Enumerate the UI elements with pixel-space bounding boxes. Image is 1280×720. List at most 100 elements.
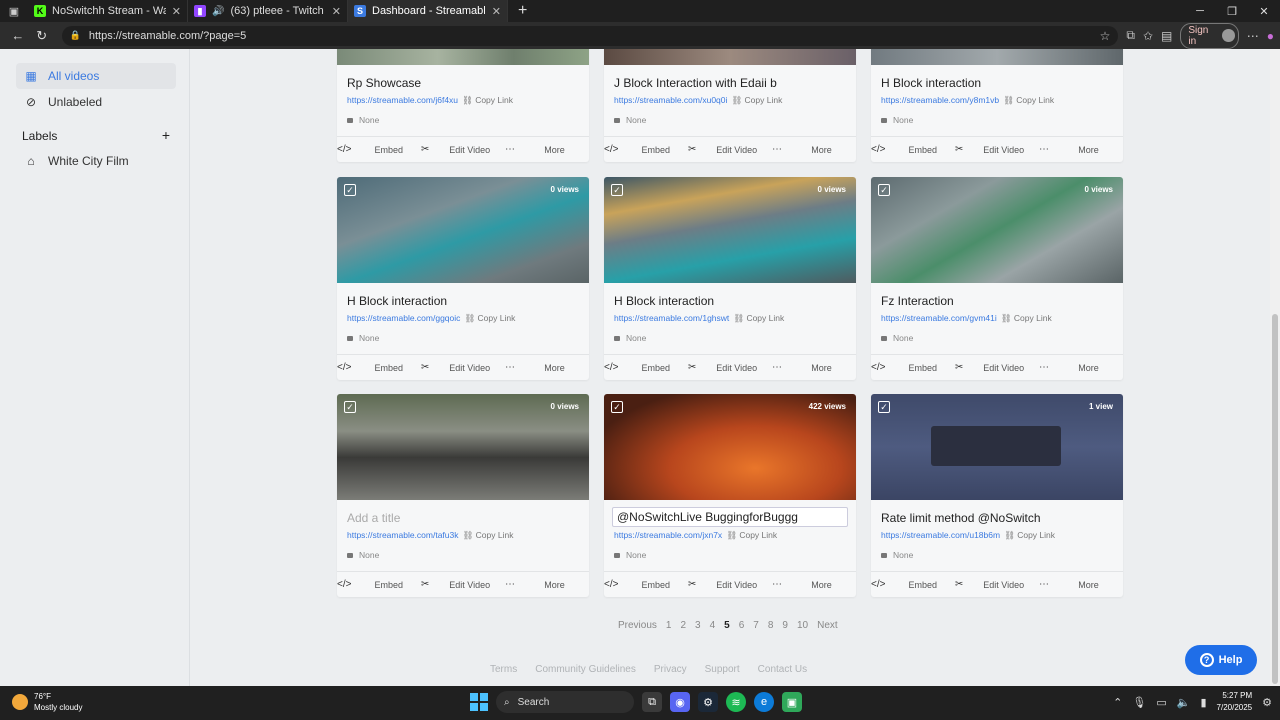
select-checkbox[interactable]: ✓ [878, 184, 890, 196]
volume-icon[interactable]: 🔈 [1177, 696, 1191, 709]
close-icon[interactable]: ✕ [492, 5, 501, 18]
page-4-link[interactable]: 4 [710, 620, 716, 631]
footer-contact[interactable]: Contact Us [758, 664, 807, 675]
video-url[interactable]: https://streamable.com/y8m1vb [881, 95, 999, 106]
video-label[interactable]: None [881, 550, 913, 560]
close-icon[interactable]: ✕ [172, 5, 181, 18]
weather-widget[interactable]: 76°F Mostly cloudy [12, 691, 82, 713]
video-title[interactable]: J Block Interaction with Edaii b [614, 76, 777, 90]
copy-link-button[interactable]: ⛓ Copy Link [1003, 95, 1054, 106]
video-url[interactable]: https://streamable.com/j6f4xu [347, 95, 458, 106]
edit-video-button[interactable]: ✂ Edit Video [688, 355, 772, 380]
next-page-button[interactable]: Next [817, 620, 838, 631]
scrollbar-thumb[interactable] [1272, 314, 1278, 684]
embed-button[interactable]: </> Embed [337, 137, 421, 162]
video-label[interactable]: None [614, 115, 646, 125]
sidebar-item-all-videos[interactable]: ▦ All videos [16, 63, 176, 89]
back-icon[interactable]: ← [6, 25, 30, 47]
favorite-star-icon[interactable]: ☆ [1100, 29, 1111, 43]
video-card[interactable]: ✓ 0 views Add a title https://streamable… [337, 394, 589, 597]
video-title[interactable]: Rp Showcase [347, 76, 421, 90]
minimize-icon[interactable]: ─ [1184, 0, 1216, 22]
video-card[interactable]: J Block Interaction with Edaii b https:/… [604, 49, 856, 162]
video-label[interactable]: None [881, 115, 913, 125]
sidebar-item-white-city-film[interactable]: ⌂ White City Film [16, 148, 176, 174]
url-field[interactable]: 🔒 https://streamable.com/?page=5 ☆ [61, 25, 1119, 46]
copy-link-button[interactable]: ⛓ Copy Link [464, 313, 515, 324]
more-button[interactable]: ⋯ More [1039, 572, 1123, 597]
menu-icon[interactable]: ⋯ [1247, 29, 1259, 43]
copy-link-button[interactable]: ⛓ Copy Link [462, 95, 513, 106]
embed-button[interactable]: </> Embed [337, 355, 421, 380]
edit-video-button[interactable]: ✂ Edit Video [421, 137, 505, 162]
video-thumbnail[interactable]: ✓ 1 view [871, 394, 1123, 500]
embed-button[interactable]: </> Embed [871, 572, 955, 597]
embed-button[interactable]: </> Embed [871, 355, 955, 380]
edit-video-button[interactable]: ✂ Edit Video [955, 137, 1039, 162]
taskbar-search[interactable]: ⌕ Search [496, 691, 634, 713]
collections-icon[interactable]: ▤ [1161, 29, 1172, 43]
copy-link-button[interactable]: ⛓ Copy Link [1001, 313, 1052, 324]
footer-support[interactable]: Support [705, 664, 740, 675]
video-url[interactable]: https://streamable.com/ggqoic [347, 313, 460, 324]
video-title[interactable]: Fz Interaction [881, 294, 954, 308]
embed-button[interactable]: </> Embed [604, 572, 688, 597]
spotify-icon[interactable]: ≋ [726, 692, 746, 712]
refresh-icon[interactable]: ↻ [30, 25, 54, 47]
video-card[interactable]: ✓ 0 views H Block interaction https://st… [604, 177, 856, 380]
footer-privacy[interactable]: Privacy [654, 664, 687, 675]
speaker-icon[interactable]: 🔊 [212, 6, 224, 17]
start-icon[interactable] [470, 693, 488, 711]
select-checkbox[interactable]: ✓ [611, 401, 623, 413]
page-3-link[interactable]: 3 [695, 620, 701, 631]
edit-video-button[interactable]: ✂ Edit Video [955, 355, 1039, 380]
task-view-icon[interactable]: ⧉ [642, 692, 662, 712]
video-url[interactable]: https://streamable.com/jxn7x [614, 530, 722, 541]
video-title[interactable]: H Block interaction [881, 76, 981, 90]
footer-community-guidelines[interactable]: Community Guidelines [535, 664, 636, 675]
video-card[interactable]: H Block interaction https://streamable.c… [871, 49, 1123, 162]
select-checkbox[interactable]: ✓ [344, 184, 356, 196]
video-card[interactable]: ✓ 0 views H Block interaction https://st… [337, 177, 589, 380]
discord-icon[interactable]: ◉ [670, 692, 690, 712]
video-url[interactable]: https://streamable.com/1ghswt [614, 313, 729, 324]
app-icon[interactable]: ▣ [782, 692, 802, 712]
page-7-link[interactable]: 7 [753, 620, 759, 631]
video-url[interactable]: https://streamable.com/xu0q0i [614, 95, 727, 106]
video-card[interactable]: Rp Showcase https://streamable.com/j6f4x… [337, 49, 589, 162]
video-thumbnail[interactable] [604, 49, 856, 65]
copy-link-button[interactable]: ⛓ Copy Link [1004, 530, 1055, 541]
more-button[interactable]: ⋯ More [505, 355, 589, 380]
embed-button[interactable]: </> Embed [871, 137, 955, 162]
video-url[interactable]: https://streamable.com/u18b6m [881, 530, 1000, 541]
page-5-current[interactable]: 5 [724, 620, 730, 631]
video-title[interactable]: H Block interaction [614, 294, 714, 308]
page-10-link[interactable]: 10 [797, 620, 808, 631]
chevron-up-icon[interactable]: ⌃ [1113, 696, 1122, 709]
video-thumbnail[interactable] [871, 49, 1123, 65]
video-title[interactable]: Rate limit method @NoSwitch [881, 511, 1041, 525]
video-thumbnail[interactable]: ✓ 0 views [337, 394, 589, 500]
video-title[interactable]: H Block interaction [347, 294, 447, 308]
more-button[interactable]: ⋯ More [1039, 355, 1123, 380]
video-label[interactable]: None [347, 115, 379, 125]
add-label-button[interactable]: + [162, 128, 170, 143]
footer-terms[interactable]: Terms [490, 664, 517, 675]
close-icon[interactable]: ✕ [332, 5, 341, 18]
video-label[interactable]: None [614, 550, 646, 560]
edit-video-button[interactable]: ✂ Edit Video [421, 572, 505, 597]
video-url[interactable]: https://streamable.com/gvm41i [881, 313, 997, 324]
video-label[interactable]: None [347, 333, 379, 343]
copilot-icon[interactable]: ● [1267, 29, 1274, 43]
copy-link-button[interactable]: ⛓ Copy Link [731, 95, 782, 106]
video-card[interactable]: ✓ 422 views @NoSwitchLive BuggingforBugg… [604, 394, 856, 597]
page-2-link[interactable]: 2 [680, 620, 686, 631]
video-thumbnail[interactable]: ✓ 422 views [604, 394, 856, 500]
page-1-link[interactable]: 1 [666, 620, 672, 631]
more-button[interactable]: ⋯ More [772, 355, 856, 380]
copy-link-button[interactable]: ⛓ Copy Link [463, 530, 514, 541]
select-checkbox[interactable]: ✓ [344, 401, 356, 413]
embed-button[interactable]: </> Embed [604, 355, 688, 380]
restore-icon[interactable]: ❐ [1216, 0, 1248, 22]
tab-actions-icon[interactable]: ▣ [0, 0, 28, 22]
